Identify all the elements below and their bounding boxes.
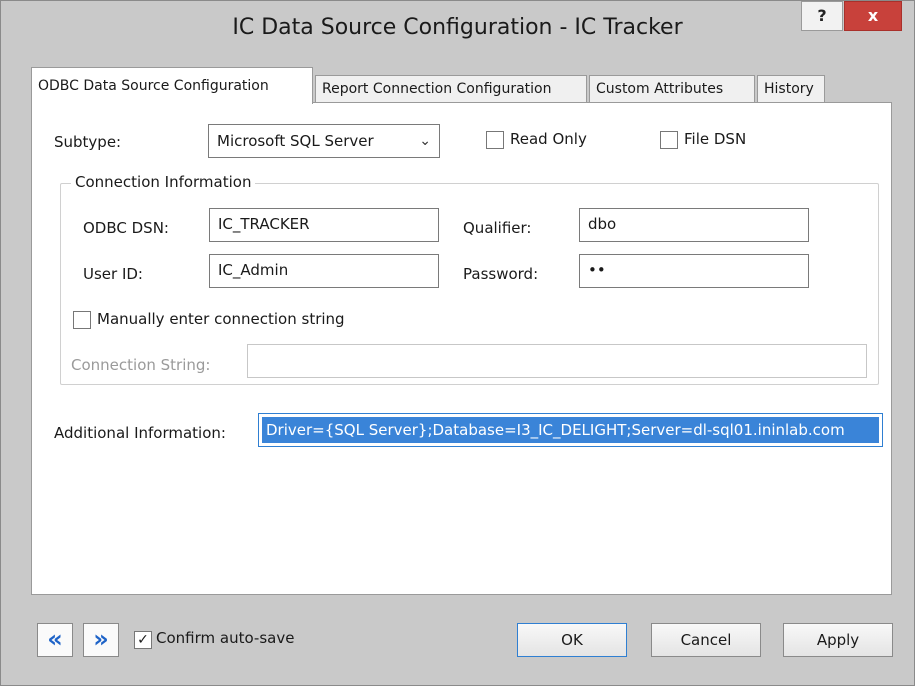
password-label: Password:: [463, 265, 539, 283]
footer-bar: « » ✓ Confirm auto-save OK Cancel Apply: [1, 601, 914, 685]
title-bar: IC Data Source Configuration - IC Tracke…: [1, 1, 914, 63]
double-chevron-right-icon: »: [93, 625, 109, 653]
additional-info-field[interactable]: Driver={SQL Server};Database=I3_IC_DELIG…: [258, 413, 883, 447]
tab-history[interactable]: History: [757, 75, 825, 103]
previous-button[interactable]: «: [37, 623, 73, 657]
ok-button[interactable]: OK: [517, 623, 627, 657]
subtype-label: Subtype:: [54, 133, 122, 151]
tab-odbc-data-source[interactable]: ODBC Data Source Configuration: [31, 67, 313, 104]
manual-connection-label: Manually enter connection string: [97, 310, 345, 328]
connection-string-label: Connection String:: [71, 356, 211, 374]
user-id-label: User ID:: [83, 265, 143, 283]
confirm-auto-save-label: Confirm auto-save: [156, 629, 295, 647]
window-title: IC Data Source Configuration - IC Tracke…: [232, 15, 683, 40]
odbc-dsn-label: ODBC DSN:: [83, 219, 169, 237]
connection-string-field[interactable]: [247, 344, 867, 378]
confirm-auto-save-checkbox[interactable]: ✓: [134, 631, 152, 649]
qualifier-label: Qualifier:: [463, 219, 532, 237]
selected-text: Driver={SQL Server};Database=I3_IC_DELIG…: [262, 417, 879, 443]
file-dsn-label: File DSN: [684, 130, 747, 148]
chevron-down-icon: ⌄: [419, 133, 431, 149]
tab-report-connection[interactable]: Report Connection Configuration: [315, 75, 587, 103]
odbc-dsn-field[interactable]: IC_TRACKER: [209, 208, 439, 242]
password-field[interactable]: ••: [579, 254, 809, 288]
read-only-checkbox[interactable]: [486, 131, 504, 149]
apply-button[interactable]: Apply: [783, 623, 893, 657]
checkmark-icon: ✓: [137, 632, 149, 648]
help-button[interactable]: ?: [801, 1, 843, 31]
additional-info-label: Additional Information:: [54, 424, 226, 442]
close-button[interactable]: x: [844, 1, 902, 31]
subtype-select[interactable]: Microsoft SQL Server ⌄: [208, 124, 440, 158]
double-chevron-left-icon: «: [47, 625, 63, 653]
tab-panel: Subtype: Microsoft SQL Server ⌄ Read Onl…: [31, 102, 892, 595]
group-title: Connection Information: [71, 173, 256, 191]
connection-info-group: Connection Information ODBC DSN: IC_TRAC…: [60, 173, 879, 385]
subtype-value: Microsoft SQL Server: [217, 132, 374, 150]
dialog-window: IC Data Source Configuration - IC Tracke…: [0, 0, 915, 686]
tab-custom-attributes[interactable]: Custom Attributes: [589, 75, 755, 103]
read-only-label: Read Only: [510, 130, 587, 148]
qualifier-field[interactable]: dbo: [579, 208, 809, 242]
file-dsn-checkbox[interactable]: [660, 131, 678, 149]
cancel-button[interactable]: Cancel: [651, 623, 761, 657]
next-button[interactable]: »: [83, 623, 119, 657]
user-id-field[interactable]: IC_Admin: [209, 254, 439, 288]
manual-connection-checkbox[interactable]: [73, 311, 91, 329]
